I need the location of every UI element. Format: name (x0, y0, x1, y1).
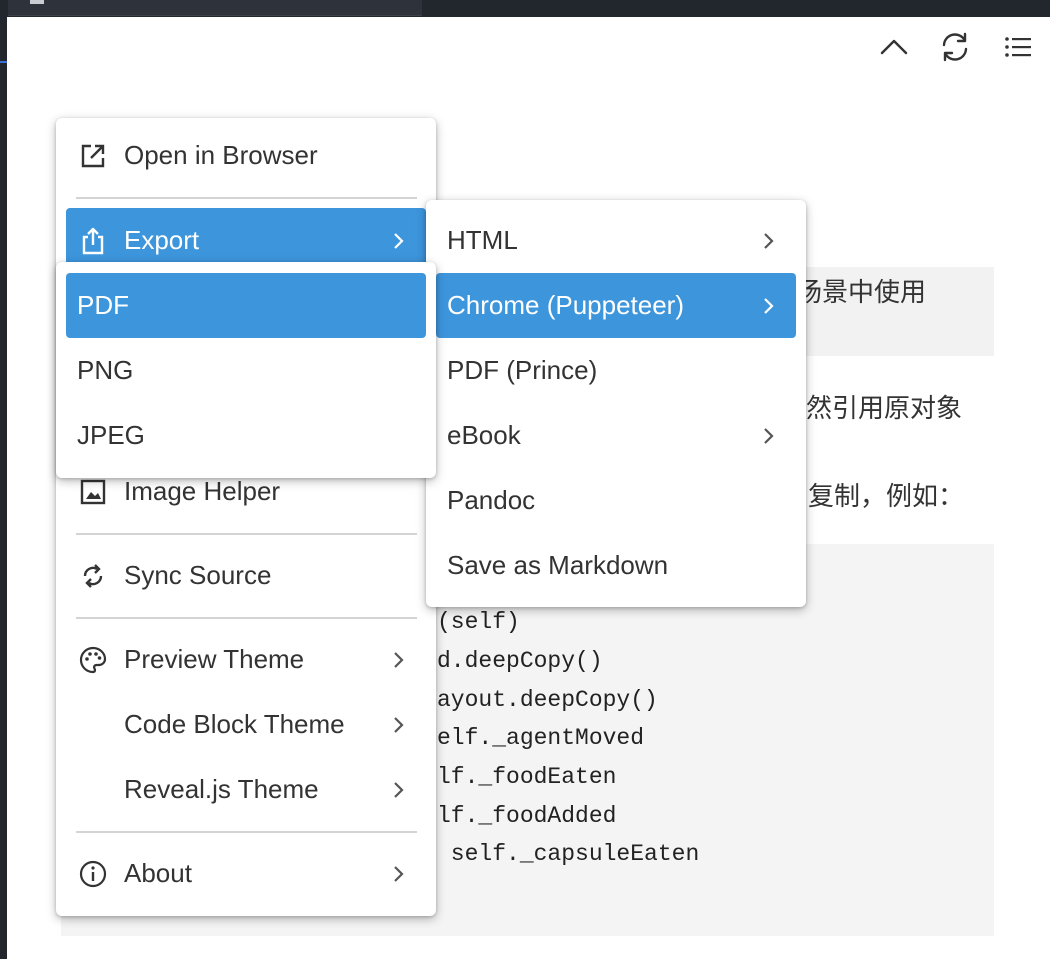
menu-item-label: eBook (447, 420, 521, 450)
active-line-marker (0, 61, 7, 63)
chevron-right-icon (390, 649, 408, 671)
menu-item-label: Chrome (Puppeteer) (447, 290, 684, 320)
chevron-up-icon[interactable] (878, 31, 910, 63)
menu-item-ebook[interactable]: eBook (436, 403, 796, 468)
code-line: lf._foodEaten (437, 764, 617, 790)
editor-tab[interactable] (8, 0, 422, 16)
paragraph-fragment: 场景中使用 (796, 277, 927, 307)
menu-item-label: Save as Markdown (447, 550, 669, 580)
menu-item-revealjs-theme[interactable]: Reveal.js Theme (66, 757, 426, 822)
menu-item-label: Pandoc (447, 485, 536, 515)
puppeteer-format-submenu: PDF PNG JPEG (56, 262, 436, 478)
editor-edge (0, 17, 7, 959)
chevron-right-icon (760, 230, 778, 252)
menu-item-png[interactable]: PNG (66, 338, 426, 403)
menu-separator (76, 617, 417, 619)
menu-separator (76, 533, 417, 535)
editor-tab-bar (0, 0, 1050, 17)
menu-item-save-as-markdown[interactable]: Save as Markdown (436, 533, 796, 598)
chevron-right-icon (760, 425, 778, 447)
code-line: self._capsuleEaten (437, 841, 700, 867)
code-line: d.deepCopy() (437, 648, 603, 674)
chevron-right-icon (390, 779, 408, 801)
menu-item-pandoc[interactable]: Pandoc (436, 468, 796, 533)
menu-item-label: Sync Source (124, 560, 272, 590)
paragraph-fragment: 复制，例如： (808, 481, 965, 511)
menu-item-jpeg[interactable]: JPEG (66, 403, 426, 468)
chevron-right-icon (390, 863, 408, 885)
menu-item-label: Code Block Theme (124, 709, 345, 739)
export-submenu: HTML Chrome (Puppeteer) PDF (Prince) eBo… (426, 200, 806, 607)
menu-item-label: About (124, 858, 192, 888)
code-line: (self) (437, 609, 520, 635)
menu-item-label: Export (124, 225, 200, 255)
file-icon (30, 0, 44, 4)
image-icon (78, 477, 108, 507)
open-external-icon (78, 141, 108, 171)
menu-item-label: Preview Theme (124, 644, 305, 674)
info-icon (78, 859, 108, 889)
chevron-right-icon (390, 230, 408, 252)
menu-item-label: Reveal.js Theme (124, 774, 319, 804)
menu-item-preview-theme[interactable]: Preview Theme (66, 627, 426, 692)
menu-separator (76, 197, 417, 199)
menu-item-label: Image Helper (124, 476, 281, 506)
refresh-icon[interactable] (939, 31, 971, 63)
menu-item-sync-source[interactable]: Sync Source (66, 543, 426, 608)
menu-item-label: HTML (447, 225, 518, 255)
sync-icon (78, 561, 108, 591)
code-line: lf._foodAdded (437, 803, 617, 829)
menu-item-pdf[interactable]: PDF (66, 273, 426, 338)
menu-separator (76, 831, 417, 833)
palette-icon (78, 645, 108, 675)
menu-item-html[interactable]: HTML (436, 208, 796, 273)
menu-item-label: PDF (Prince) (447, 355, 598, 385)
chevron-right-icon (760, 295, 778, 317)
menu-item-chrome-puppeteer[interactable]: Chrome (Puppeteer) (436, 273, 796, 338)
menu-item-label: PDF (77, 290, 129, 320)
menu-item-label: JPEG (77, 420, 145, 450)
menu-item-label: Open in Browser (124, 140, 318, 170)
menu-item-code-block-theme[interactable]: Code Block Theme (66, 692, 426, 757)
list-icon[interactable] (1002, 31, 1034, 63)
context-menu: Open in Browser Export Image Helper Sync… (56, 118, 436, 916)
chevron-right-icon (390, 714, 408, 736)
code-line: elf._agentMoved (437, 725, 645, 751)
code-line: ayout.deepCopy() (437, 687, 658, 713)
menu-item-label: PNG (77, 355, 134, 385)
menu-item-pdf-prince[interactable]: PDF (Prince) (436, 338, 796, 403)
menu-item-open-in-browser[interactable]: Open in Browser (66, 123, 426, 188)
menu-item-about[interactable]: About (66, 841, 426, 906)
paragraph-fragment: 然引用原对象 (806, 393, 963, 423)
share-icon (78, 226, 108, 256)
